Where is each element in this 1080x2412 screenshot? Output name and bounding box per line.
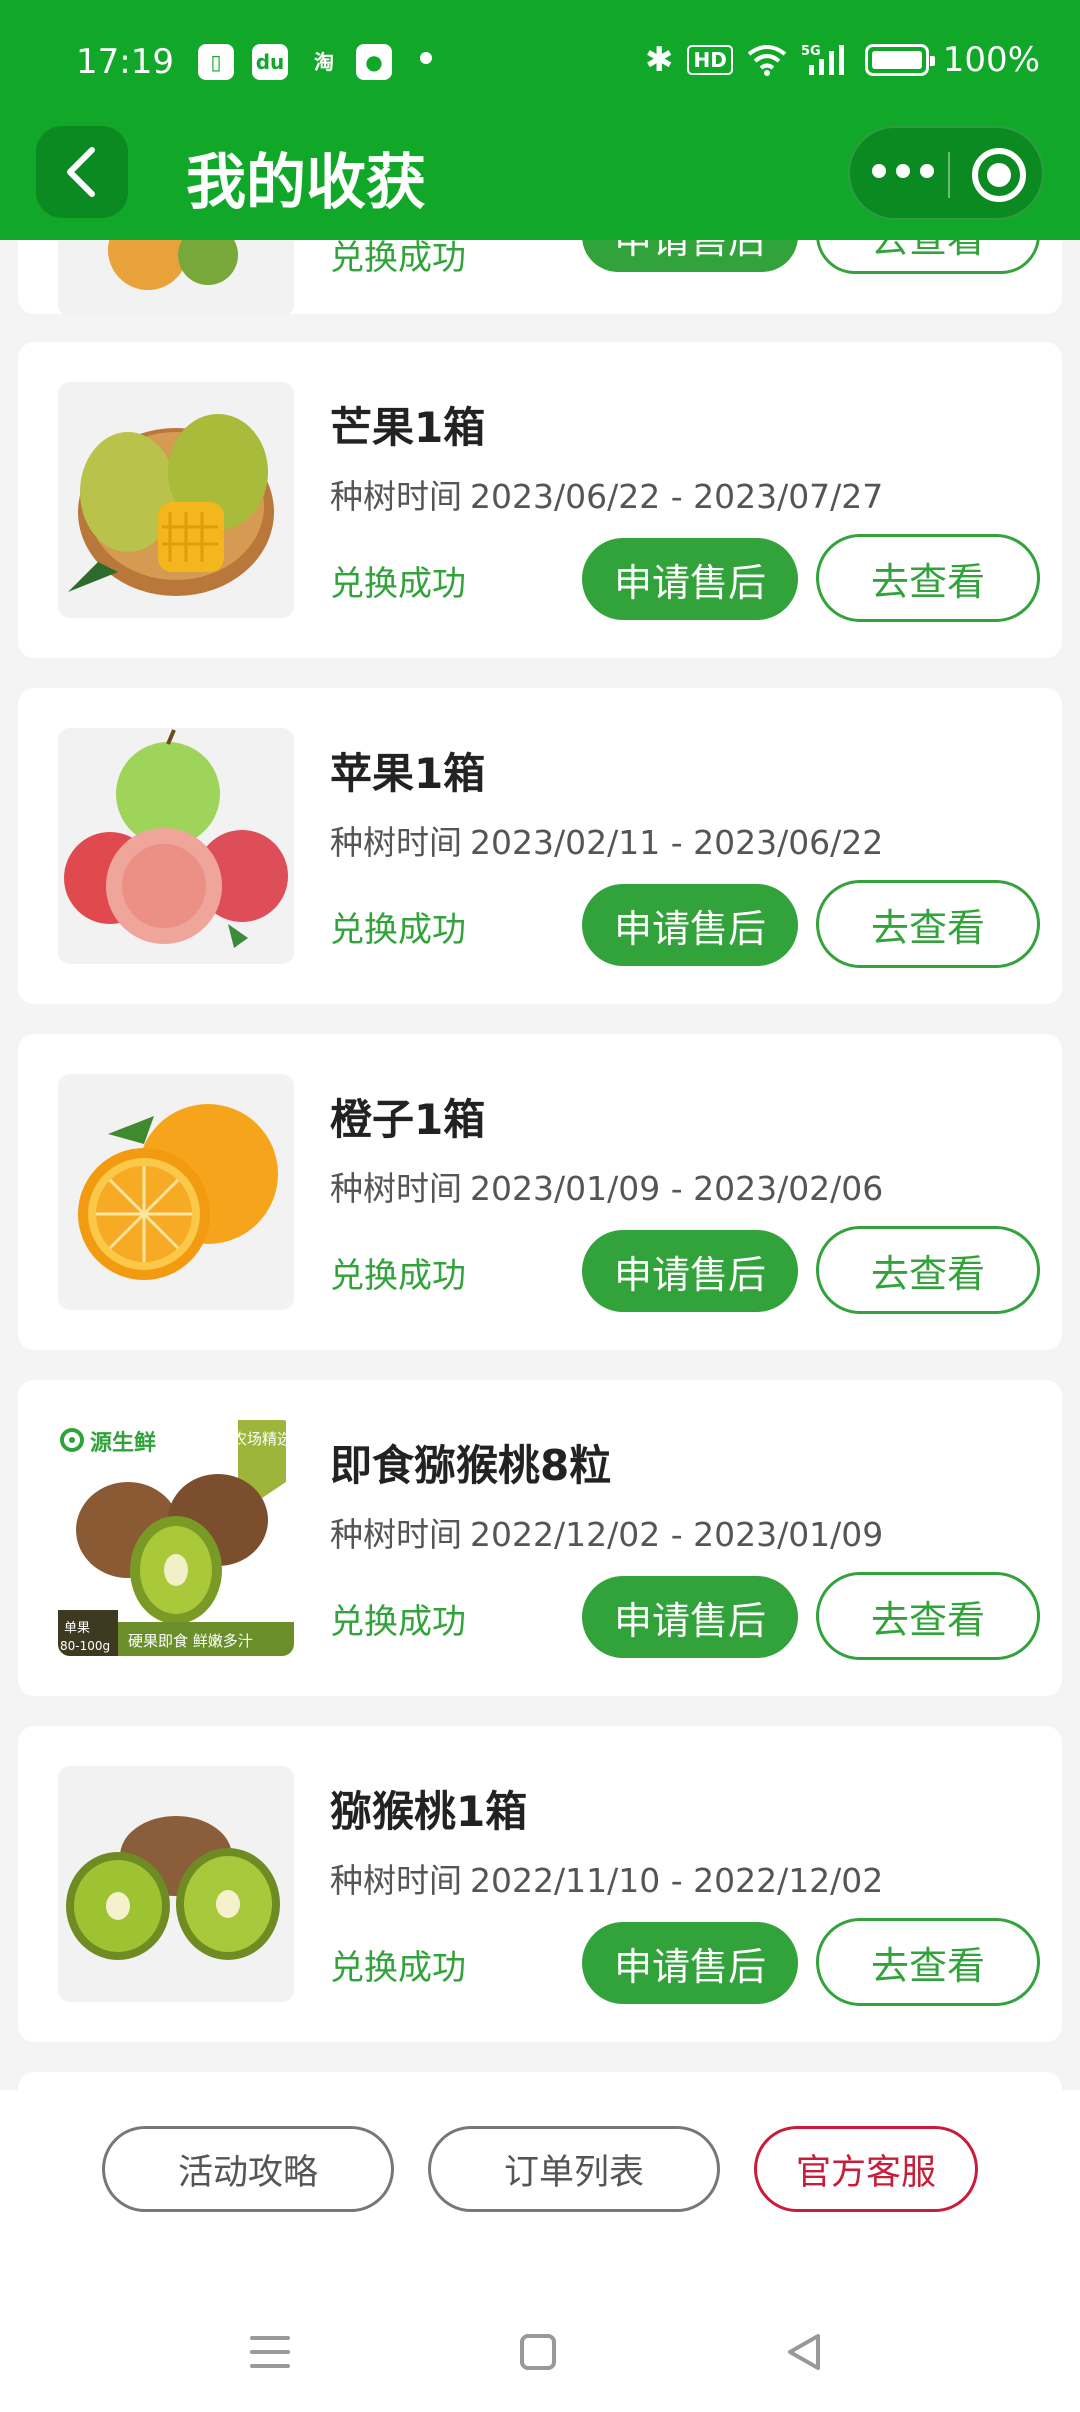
capsule-divider [948, 152, 950, 198]
mini-program-capsule [848, 126, 1044, 220]
weight-text: 80-100g [60, 1639, 110, 1653]
harvest-card: 苹果1箱 种树时间 2023/02/11 - 2023/06/22 兑换成功 申请… [18, 688, 1062, 1004]
back-triangle-icon[interactable] [774, 2322, 834, 2382]
page-title: 我的收获 [186, 148, 426, 218]
view-button[interactable]: 去查看 [816, 1918, 1040, 2006]
more-dots-icon[interactable] [872, 164, 934, 178]
plant-period: 种树时间 2022/11/10 - 2022/12/02 [330, 1854, 883, 1902]
product-image [58, 382, 294, 618]
product-title: 即食猕猴桃8粒 [330, 1441, 612, 1490]
chevron-left-icon [67, 147, 95, 197]
hd-icon: HD [687, 45, 733, 75]
product-image: 源生鲜 农场精选 单果 80-100g 硬果即食 鲜嫩多汁 [58, 1420, 294, 1656]
after-sale-button[interactable]: 申请售后 [582, 884, 798, 966]
plant-period: 种树时间 2023/01/09 - 2023/02/06 [330, 1162, 883, 1210]
period-dates: 2023/01/09 - 2023/02/06 [470, 1169, 884, 1208]
product-title: 苹果1箱 [330, 749, 486, 798]
harvest-card: 芒果1箱 种树时间 2023/06/22 - 2023/07/27 兑换成功 申请… [18, 342, 1062, 658]
period-dates: 2023/06/22 - 2023/07/27 [470, 477, 884, 516]
back-button[interactable] [36, 126, 128, 218]
period-dates: 2022/12/02 - 2023/01/09 [470, 1515, 884, 1554]
5g-signal-icon: 5G [801, 44, 844, 75]
customer-service-button[interactable]: 官方客服 [754, 2126, 978, 2212]
baidu-icon: du [252, 44, 288, 80]
product-image [58, 728, 294, 964]
more-notifications-icon [420, 52, 432, 64]
period-dates: 2022/11/10 - 2022/12/02 [470, 1861, 884, 1900]
battery-icon [864, 44, 935, 76]
slogan-text: 硬果即食 鲜嫩多汁 [128, 1632, 253, 1650]
after-sale-button[interactable]: 申请售后 [582, 1576, 798, 1658]
view-button[interactable]: 去查看 [816, 1226, 1040, 1314]
after-sale-button[interactable]: 申请售后 [582, 538, 798, 620]
top-bar: 17:19 ▯ du 淘 ● ✱ HD 5G 100% 我的收获 [0, 0, 1080, 240]
tag-text: 农场精选 [232, 1430, 292, 1448]
status-text: 兑换成功 [330, 564, 466, 604]
after-sale-button[interactable]: 申请售后 [582, 1922, 798, 2004]
view-button[interactable]: 去查看 [816, 534, 1040, 622]
sim-icon: ▯ [198, 44, 234, 80]
taobao-icon: 淘 [314, 50, 334, 74]
plant-period: 种树时间 2022/12/02 - 2023/01/09 [330, 1508, 883, 1556]
status-indicators: ✱ HD 5G 100% [645, 40, 1040, 80]
battery-level: 100% [942, 40, 1040, 80]
period-label: 种树时间 [330, 1169, 462, 1208]
after-sale-button[interactable]: 申请售后 [582, 1230, 798, 1312]
svg-text:5G: 5G [801, 44, 821, 59]
wifi-icon [747, 45, 787, 76]
view-button[interactable]: 去查看 [816, 1572, 1040, 1660]
harvest-card: 橙子1箱 种树时间 2023/01/09 - 2023/02/06 兑换成功 申请… [18, 1034, 1062, 1350]
status-text: 兑换成功 [330, 1602, 466, 1642]
status-text: 兑换成功 [330, 1256, 466, 1296]
bottom-action-bar: 活动攻略 订单列表 官方客服 [0, 2090, 1080, 2412]
product-image [58, 1766, 294, 2002]
period-label: 种树时间 [330, 1515, 462, 1554]
period-label: 种树时间 [330, 477, 462, 516]
period-label: 种树时间 [330, 1861, 462, 1900]
harvest-card: 猕猴桃1箱 种树时间 2022/11/10 - 2022/12/02 兑换成功 申… [18, 1726, 1062, 2042]
order-list-button[interactable]: 订单列表 [428, 2126, 720, 2212]
plant-period: 种树时间 2023/02/11 - 2023/06/22 [330, 816, 883, 864]
unit-text: 单果 [64, 1621, 90, 1636]
product-title: 猕猴桃1箱 [330, 1787, 528, 1836]
plant-period: 种树时间 2023/06/22 - 2023/07/27 [330, 470, 883, 518]
product-title: 芒果1箱 [330, 403, 486, 452]
menu-icon[interactable] [240, 2322, 300, 2382]
home-square-icon[interactable] [508, 2322, 568, 2382]
period-label: 种树时间 [330, 823, 462, 862]
bluetooth-icon: ✱ [644, 40, 674, 80]
period-dates: 2023/02/11 - 2023/06/22 [470, 823, 884, 862]
status-bar: 17:19 ▯ du 淘 ● ✱ HD 5G 100% [0, 0, 1080, 125]
media-icon: ● [356, 44, 392, 80]
system-nav-bar [0, 2322, 1080, 2382]
brand-text: 源生鲜 [90, 1431, 156, 1456]
product-image [58, 1074, 294, 1310]
status-text: 兑换成功 [330, 1948, 466, 1988]
view-button[interactable]: 去查看 [816, 880, 1040, 968]
activity-guide-button[interactable]: 活动攻略 [102, 2126, 394, 2212]
product-title: 橙子1箱 [330, 1095, 486, 1144]
target-icon[interactable] [972, 148, 1026, 202]
harvest-card: 源生鲜 农场精选 单果 80-100g 硬果即食 鲜嫩多汁 即食猕猴桃8粒 种树… [18, 1380, 1062, 1696]
status-text: 兑换成功 [330, 910, 466, 950]
status-time: 17:19 [76, 42, 174, 82]
